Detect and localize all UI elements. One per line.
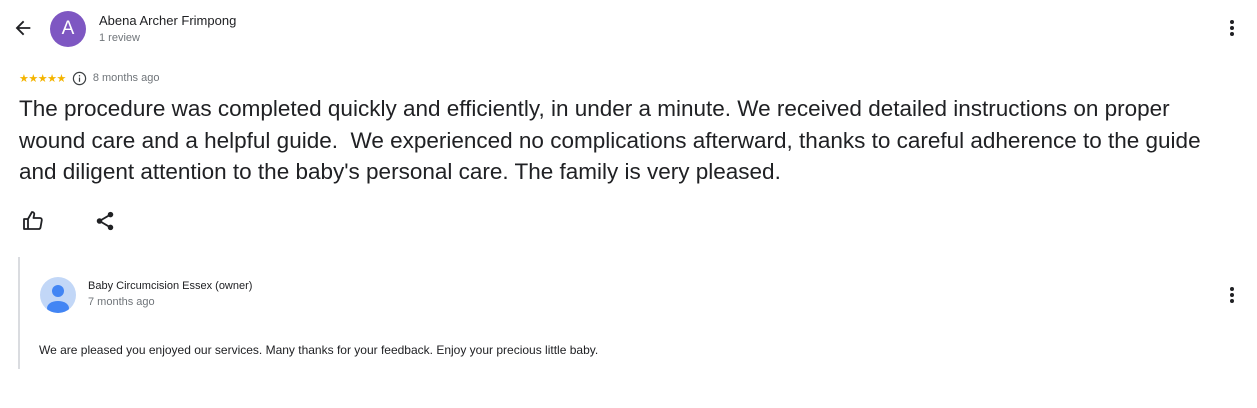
owner-reply: Baby Circumcision Essex (owner) 7 months… — [18, 257, 1240, 369]
owner-avatar[interactable] — [40, 277, 76, 313]
review-page: A Abena Archer Frimpong 1 review ★★★★★ 8… — [0, 0, 1257, 408]
arrow-back-icon — [15, 20, 31, 36]
owner-reply-text: We are pleased you enjoyed our services.… — [39, 343, 599, 357]
reply-more-button[interactable] — [1222, 282, 1242, 308]
more-vert-icon — [1230, 20, 1234, 36]
review-actions — [19, 207, 119, 235]
share-icon — [96, 211, 114, 231]
like-button[interactable] — [19, 207, 47, 235]
star-rating: ★★★★★ — [19, 71, 66, 85]
back-button[interactable] — [8, 13, 38, 43]
author-review-count: 1 review — [99, 32, 140, 44]
person-icon — [47, 285, 69, 313]
avatar[interactable]: A — [50, 11, 86, 47]
rating-row: ★★★★★ 8 months ago — [19, 69, 159, 87]
info-icon — [72, 71, 87, 85]
owner-reply-time: 7 months ago — [88, 296, 155, 308]
review-time: 8 months ago — [92, 72, 160, 84]
author-name[interactable]: Abena Archer Frimpong — [99, 13, 236, 28]
review-more-button[interactable] — [1222, 15, 1242, 41]
thumb-up-icon — [23, 211, 43, 230]
more-vert-icon — [1230, 287, 1234, 303]
avatar-initial: A — [61, 18, 75, 39]
info-button[interactable] — [72, 71, 87, 86]
review-text: The procedure was completed quickly and … — [19, 96, 1207, 184]
share-button[interactable] — [91, 207, 119, 235]
owner-name: Baby Circumcision Essex (owner) — [88, 280, 253, 292]
